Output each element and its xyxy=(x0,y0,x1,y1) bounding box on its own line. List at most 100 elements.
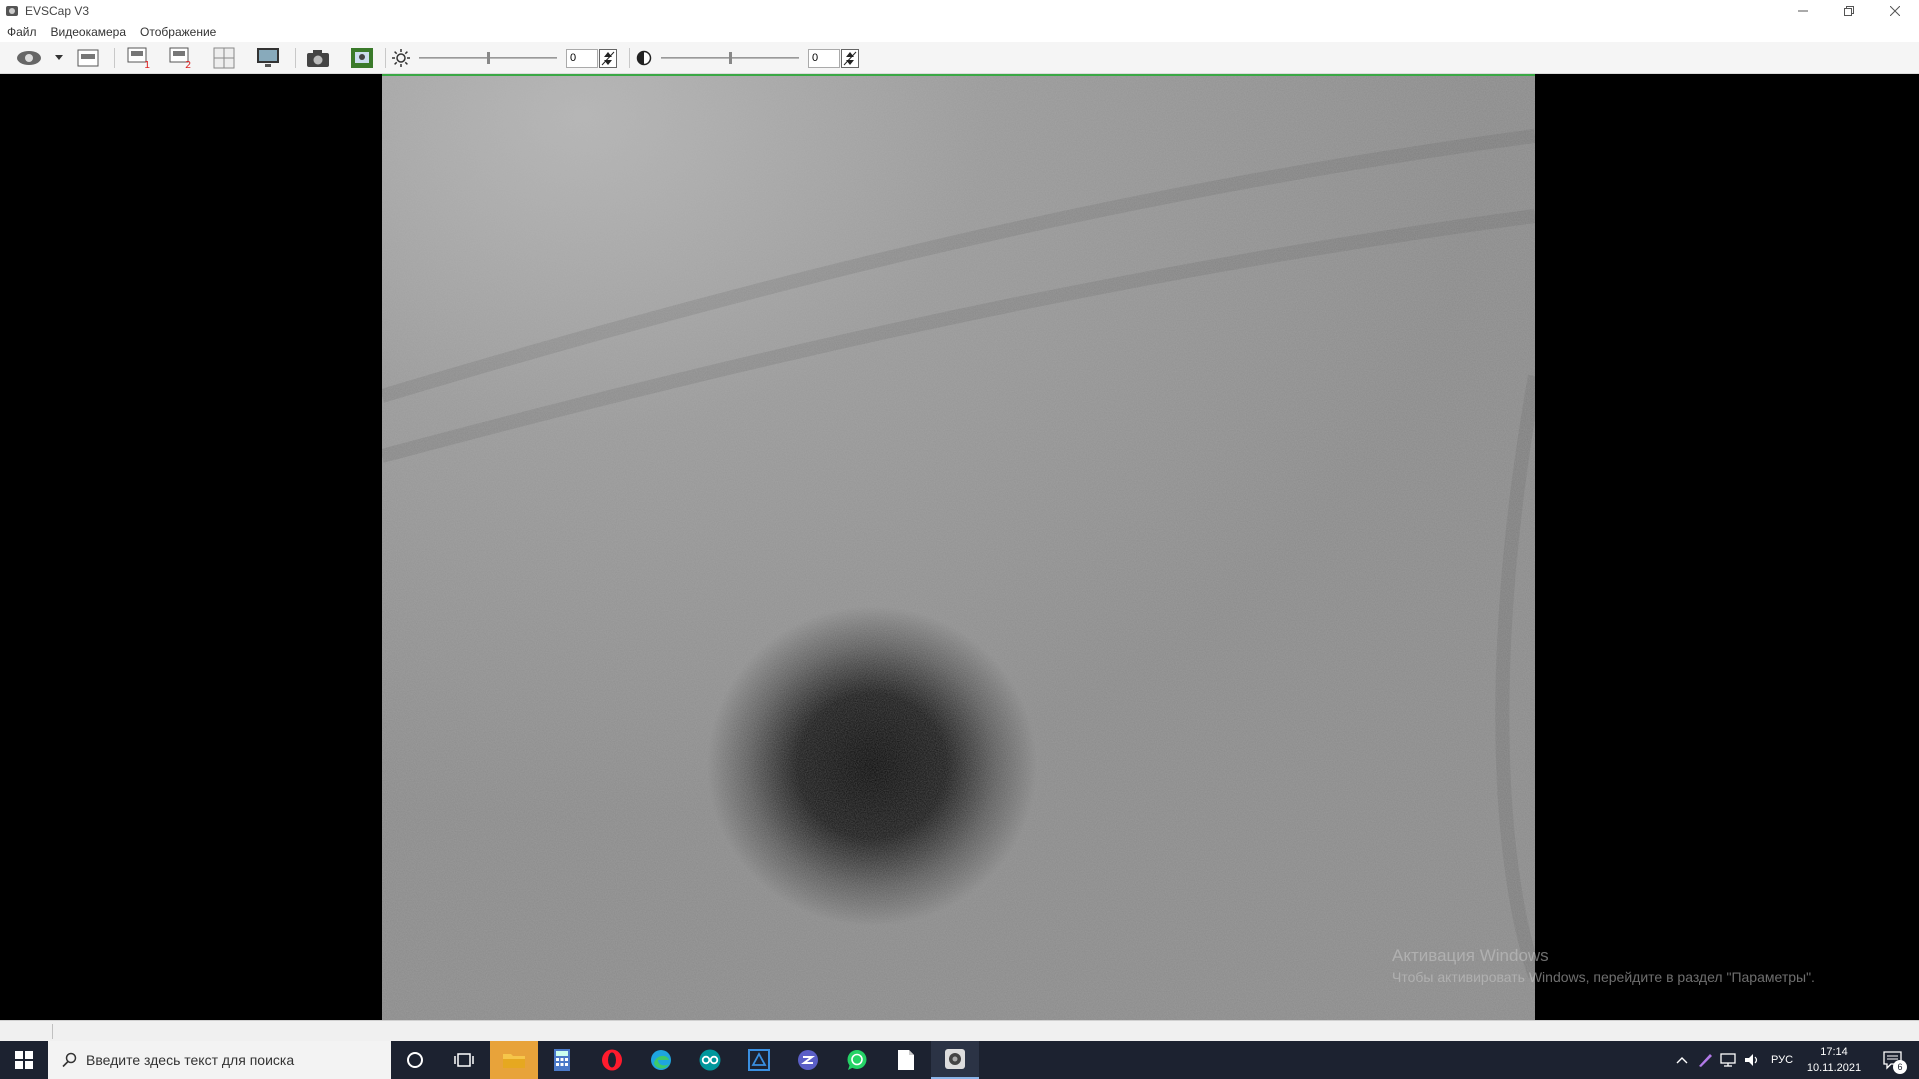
video-preview xyxy=(382,74,1535,1020)
minimize-button[interactable] xyxy=(1780,0,1826,22)
window-title: EVSCap V3 xyxy=(25,4,90,18)
calculator-icon xyxy=(554,1049,570,1071)
camera-app-icon xyxy=(945,1049,965,1069)
camera-dropdown-button[interactable] xyxy=(52,46,66,70)
video-settings-button[interactable] xyxy=(76,46,100,70)
video-filter-2-icon: 2 xyxy=(169,47,191,69)
activation-title: Активация Windows xyxy=(1392,946,1549,965)
contrast-label xyxy=(633,46,655,70)
contrast-slider[interactable] xyxy=(661,51,799,65)
contrast-spinner[interactable] xyxy=(841,49,859,68)
menu-file[interactable]: Файл xyxy=(7,25,37,39)
slider-thumb[interactable] xyxy=(729,52,732,64)
camera-icon xyxy=(307,50,329,67)
tray-network-button[interactable] xyxy=(1716,1041,1740,1079)
action-center-button[interactable]: 6 xyxy=(1873,1041,1913,1079)
toolbar-separator xyxy=(295,48,296,68)
fullscreen-button[interactable] xyxy=(254,46,282,70)
arduino-icon xyxy=(699,1049,721,1071)
close-icon xyxy=(1890,6,1900,16)
taskbar-file-explorer[interactable] xyxy=(490,1041,538,1079)
grid-button[interactable] xyxy=(211,46,237,70)
chevron-down-icon xyxy=(55,55,63,60)
taskbar-app-blue[interactable] xyxy=(735,1041,783,1079)
taskbar-opera[interactable] xyxy=(588,1041,636,1079)
windows-icon xyxy=(15,1051,33,1069)
opera-icon xyxy=(602,1049,622,1071)
menu-bar: Файл Видеокамера Отображение xyxy=(0,22,1919,42)
taskbar-notepad[interactable] xyxy=(882,1041,930,1079)
svg-text:1: 1 xyxy=(144,60,150,69)
status-bar xyxy=(0,1020,1919,1041)
tray-volume-button[interactable] xyxy=(1740,1041,1764,1079)
contrast-value-field[interactable]: 0 xyxy=(808,49,840,68)
video-settings-icon xyxy=(77,49,99,67)
monitor-icon xyxy=(257,48,279,67)
search-icon xyxy=(62,1052,77,1068)
brightness-value-field[interactable]: 0 xyxy=(566,49,598,68)
cortana-icon xyxy=(407,1052,423,1068)
video-filter-1-icon: 1 xyxy=(127,47,150,69)
menu-view[interactable]: Отображение xyxy=(140,25,216,39)
notification-badge: 6 xyxy=(1893,1060,1907,1074)
activation-subtitle: Чтобы активировать Windows, перейдите в … xyxy=(1392,969,1815,985)
whatsapp-icon xyxy=(847,1050,867,1070)
toolbar-separator xyxy=(629,48,630,68)
status-separator xyxy=(52,1024,53,1039)
taskbar-calculator[interactable] xyxy=(538,1041,586,1079)
svg-text:2: 2 xyxy=(185,60,191,69)
grid-icon xyxy=(213,47,235,69)
contrast-icon xyxy=(636,50,652,66)
brightness-icon xyxy=(392,49,410,67)
network-icon xyxy=(1720,1053,1736,1067)
video-filter-2-button[interactable]: 2 xyxy=(168,46,194,70)
webcam-icon xyxy=(17,51,41,65)
tray-clock[interactable]: 17:14 10.11.2021 xyxy=(1800,1044,1868,1076)
chevron-up-icon xyxy=(1676,1057,1688,1064)
taskbar-search-box[interactable]: Введите здесь текст для поиска xyxy=(48,1041,391,1079)
restore-button[interactable] xyxy=(1826,0,1872,22)
restore-icon xyxy=(1844,6,1854,16)
snapshot-button[interactable] xyxy=(304,46,332,70)
taskbar-whatsapp[interactable] xyxy=(833,1041,881,1079)
taskbar-zoom-app[interactable] xyxy=(784,1041,832,1079)
pen-icon xyxy=(1699,1054,1712,1067)
volume-icon xyxy=(1745,1054,1758,1066)
folder-icon xyxy=(503,1054,525,1068)
camera-select-button[interactable] xyxy=(13,46,45,70)
search-placeholder: Введите здесь текст для поиска xyxy=(86,1052,295,1068)
start-button[interactable] xyxy=(0,1041,48,1079)
title-bar: EVSCap V3 xyxy=(0,0,1919,22)
task-view-icon xyxy=(454,1053,474,1067)
video-area xyxy=(0,74,1919,1020)
document-icon xyxy=(898,1050,914,1070)
taskbar: Введите здесь текст для поиска РУС 17:14… xyxy=(0,1041,1919,1079)
brightness-spinner[interactable] xyxy=(599,49,617,68)
edge-icon xyxy=(651,1050,671,1070)
toolbar-separator xyxy=(385,48,386,68)
cortana-button[interactable] xyxy=(391,1041,439,1079)
toolbar: 1 2 0 0 xyxy=(0,42,1919,74)
brightness-slider[interactable] xyxy=(419,51,557,65)
xray-image xyxy=(382,76,1535,1020)
tray-language-button[interactable]: РУС xyxy=(1764,1041,1800,1079)
brightness-label xyxy=(390,46,412,70)
clock-time: 17:14 xyxy=(1820,1046,1848,1058)
language-indicator: РУС xyxy=(1770,1054,1794,1066)
toolbar-separator xyxy=(114,48,115,68)
activation-watermark: Активация Windows Чтобы активировать Win… xyxy=(1392,946,1815,985)
taskbar-evscap[interactable] xyxy=(931,1041,979,1079)
task-view-button[interactable] xyxy=(440,1041,488,1079)
camera-app-icon xyxy=(6,6,18,16)
video-filter-1-button[interactable]: 1 xyxy=(126,46,152,70)
taskbar-arduino[interactable] xyxy=(686,1041,734,1079)
spinner-arrows-icon xyxy=(601,51,615,66)
show-hidden-icons-button[interactable] xyxy=(1670,1041,1694,1079)
slider-thumb[interactable] xyxy=(487,52,490,64)
tray-pen-button[interactable] xyxy=(1694,1041,1716,1079)
save-image-button[interactable] xyxy=(348,46,376,70)
menu-camera[interactable]: Видеокамера xyxy=(51,25,127,39)
zoom-icon xyxy=(798,1050,818,1070)
taskbar-edge[interactable] xyxy=(637,1041,685,1079)
close-button[interactable] xyxy=(1872,0,1918,22)
